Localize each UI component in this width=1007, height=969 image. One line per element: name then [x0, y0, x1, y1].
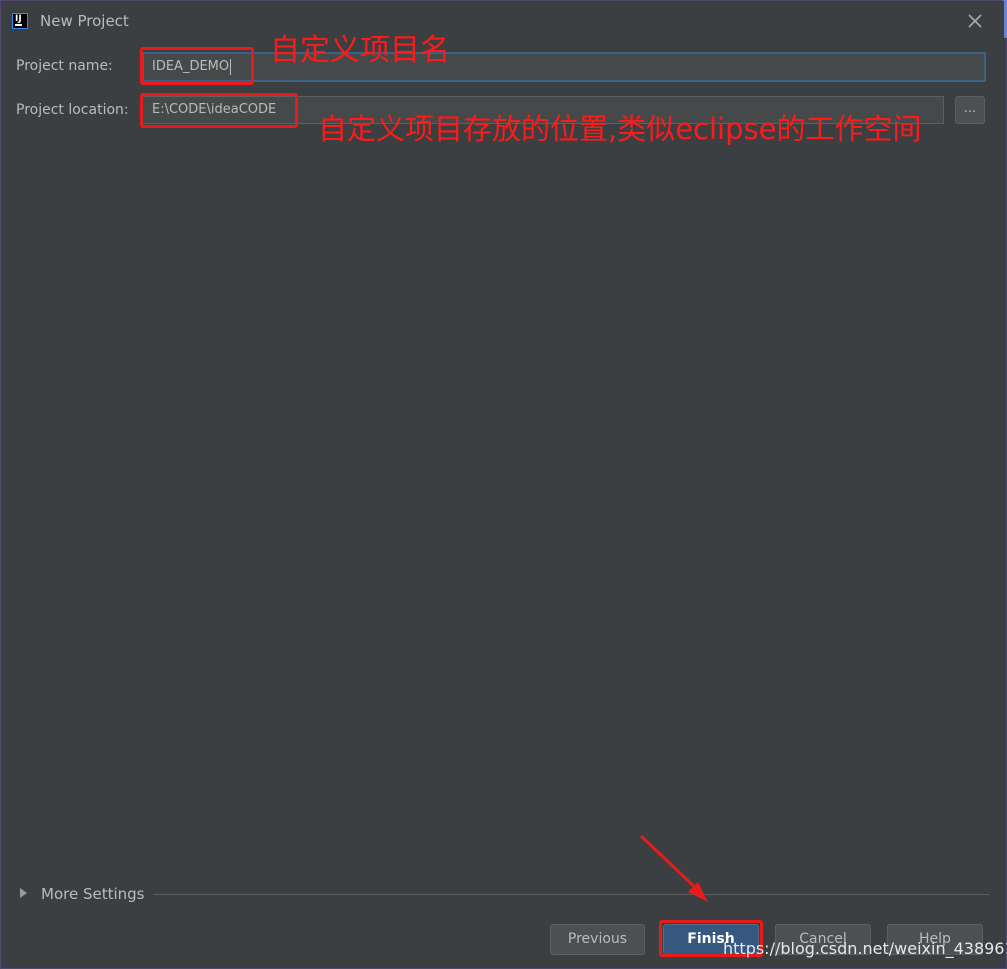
window-title: New Project — [40, 12, 129, 30]
watermark: https://blog.csdn.net/weixin_43896124 — [723, 939, 1007, 958]
more-settings-label: More Settings — [41, 885, 145, 903]
title-bar: IJ New Project — [1, 1, 1004, 41]
more-settings-divider — [153, 894, 989, 895]
browse-button[interactable]: ... — [955, 96, 985, 124]
intellij-idea-icon: IJ — [12, 13, 28, 29]
project-name-label: Project name: — [16, 58, 113, 74]
close-icon[interactable] — [964, 10, 986, 32]
red-arrow-icon — [639, 834, 708, 902]
annotation-project-name: 自定义项目名 — [270, 33, 450, 68]
project-location-value: E:\CODE\ideaCODE — [152, 102, 277, 117]
triangle-right-icon — [20, 888, 27, 898]
text-caret — [230, 58, 232, 75]
project-location-label: Project location: — [16, 102, 129, 118]
annotation-project-location: 自定义项目存放的位置,类似eclipse的工作空间 — [318, 112, 922, 146]
project-name-input[interactable]: IDEA_DEMO — [142, 52, 986, 82]
project-name-value: IDEA_DEMO — [152, 59, 230, 74]
previous-button[interactable]: Previous — [550, 924, 645, 955]
